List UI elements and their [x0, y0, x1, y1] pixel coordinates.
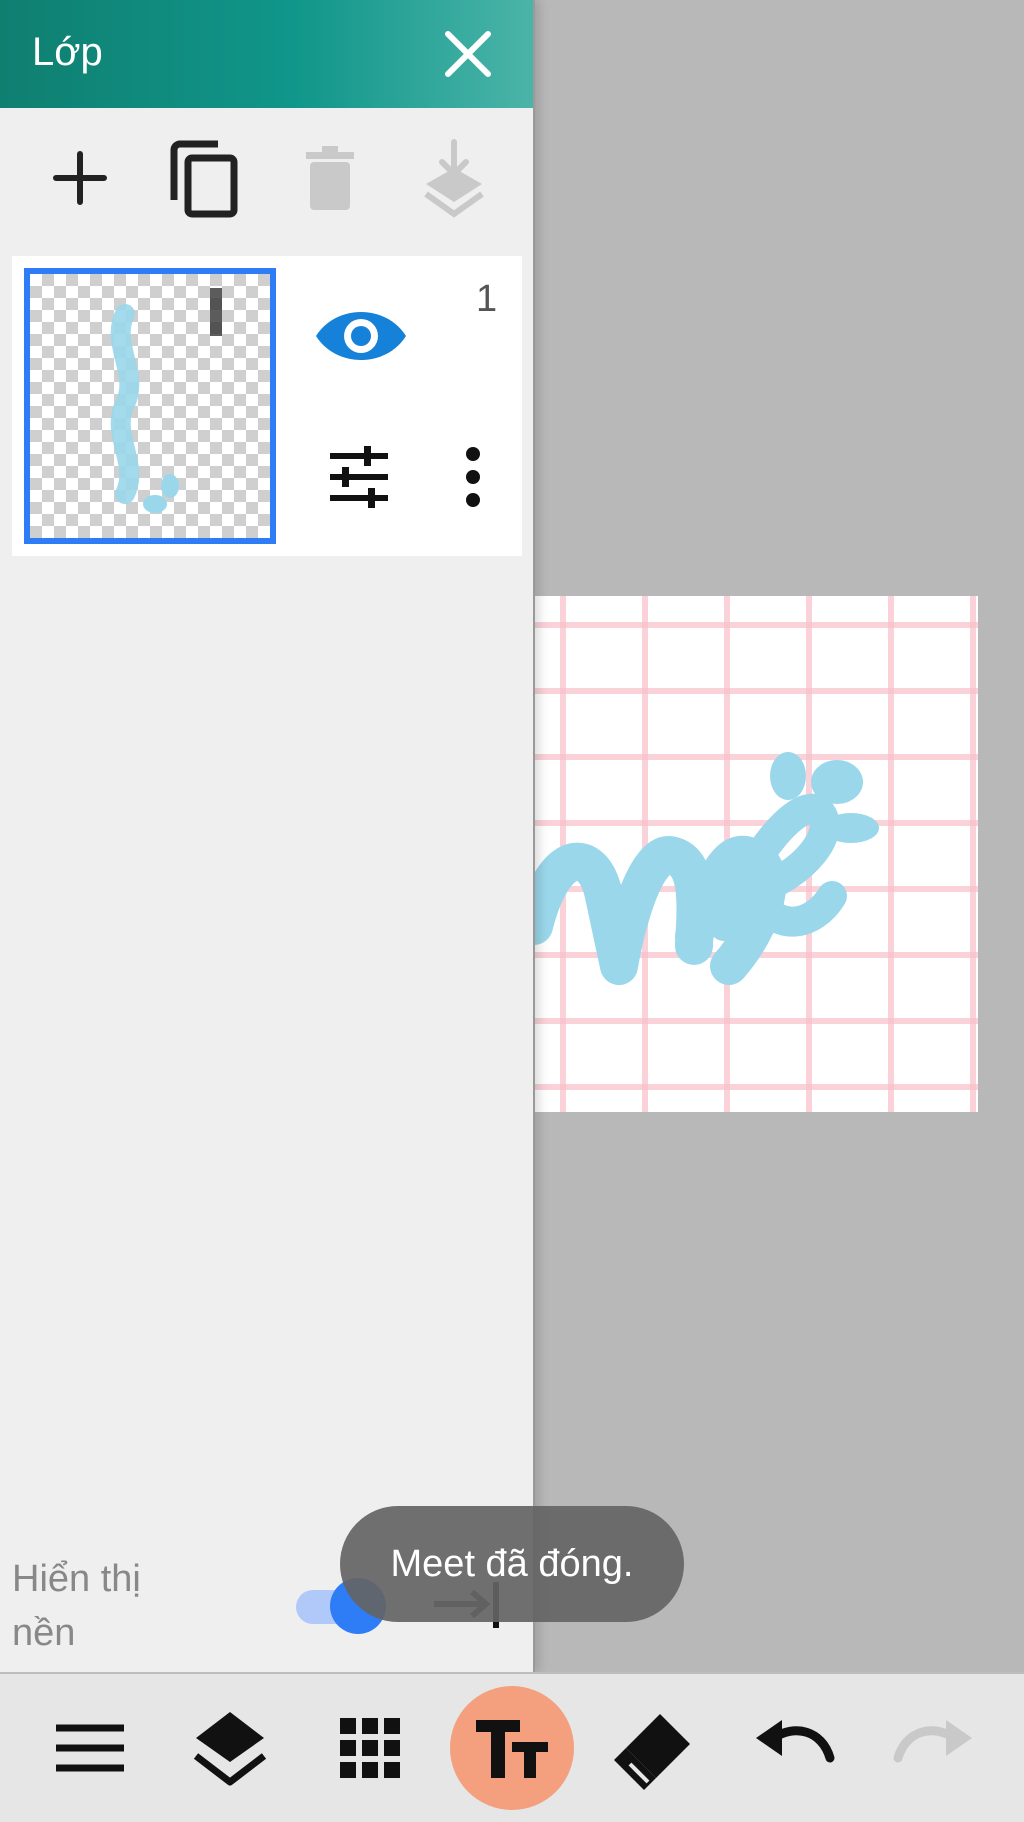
redo-button[interactable] [884, 1698, 984, 1798]
grid-icon [340, 1718, 400, 1778]
layers-panel: Lớp 1 Hiển thị nền [0, 0, 535, 1672]
bottom-toolbar [0, 1672, 1024, 1822]
menu-icon [56, 1724, 124, 1772]
toast-message: Meet đã đóng. [340, 1506, 684, 1622]
layers-icon [193, 1712, 267, 1786]
eraser-icon [614, 1714, 690, 1790]
layer-adjust-button[interactable] [324, 442, 394, 512]
layer-thumbnail[interactable] [24, 268, 276, 544]
layer-more-options-button[interactable] [448, 442, 498, 512]
add-layer-button[interactable] [38, 136, 122, 220]
menu-button[interactable] [40, 1698, 140, 1798]
layer-item[interactable]: 1 [12, 256, 522, 556]
canvas-artwork [534, 752, 879, 985]
trash-icon [306, 146, 354, 210]
eraser-button[interactable] [604, 1698, 704, 1798]
delete-layer-button[interactable] [288, 136, 372, 220]
plus-icon [53, 151, 107, 205]
merge-down-icon [424, 139, 484, 218]
grid-button[interactable] [320, 1698, 420, 1798]
show-background-label: Hiển thị nền [12, 1558, 141, 1654]
merge-down-button[interactable] [412, 136, 496, 220]
undo-button[interactable] [744, 1698, 844, 1798]
text-tool-button[interactable] [450, 1686, 574, 1810]
drawing-canvas[interactable] [534, 596, 978, 1112]
panel-header: Lớp [0, 0, 533, 108]
layer-thumbnail-artwork [110, 288, 222, 513]
layers-button[interactable] [180, 1698, 280, 1798]
redo-icon [893, 1720, 972, 1763]
more-vertical-icon [466, 447, 480, 507]
undo-icon [756, 1720, 835, 1763]
panel-title: Lớp [32, 30, 103, 74]
sliders-icon [330, 446, 388, 508]
layer-toolbar [0, 108, 533, 248]
copy-icon [170, 140, 238, 218]
duplicate-layer-button[interactable] [162, 136, 246, 220]
close-panel-button[interactable] [440, 26, 496, 82]
layer-number: 1 [476, 278, 498, 320]
text-icon [476, 1720, 548, 1778]
eye-icon [316, 312, 406, 360]
close-icon [445, 31, 491, 77]
layer-visibility-toggle[interactable] [310, 296, 412, 376]
